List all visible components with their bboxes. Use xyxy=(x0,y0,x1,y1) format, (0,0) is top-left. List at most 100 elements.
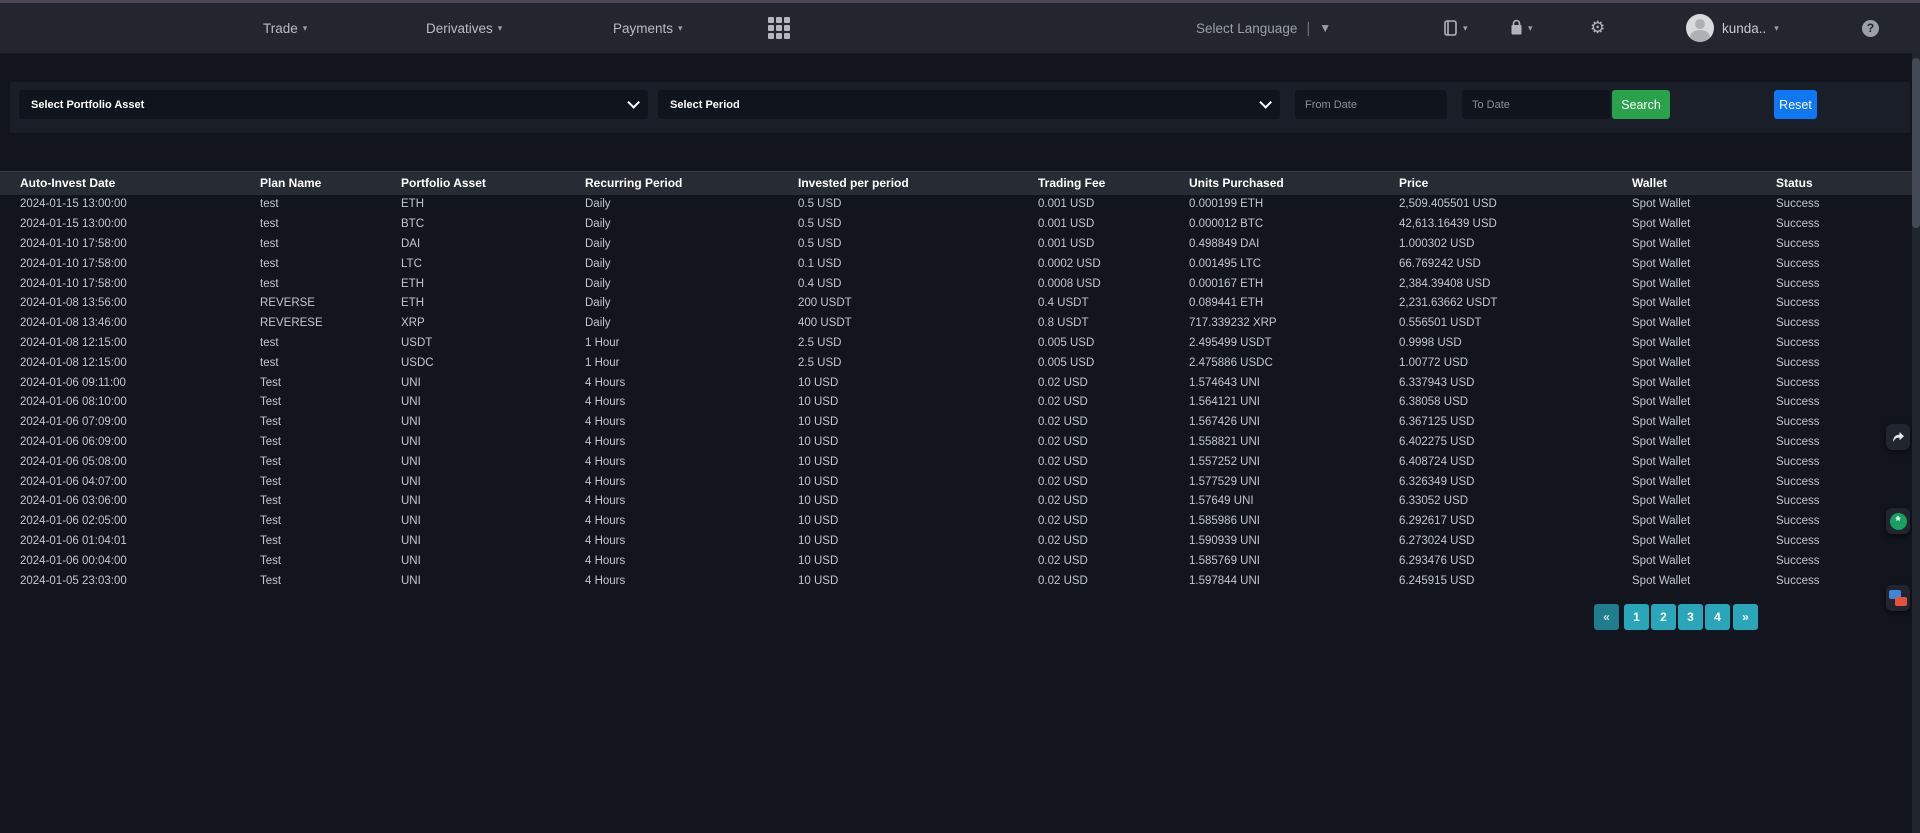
feedback-widget-button[interactable] xyxy=(1886,585,1910,611)
table-cell: Success xyxy=(1776,353,1912,373)
table-cell: Spot Wallet xyxy=(1632,571,1776,591)
table-cell: Test xyxy=(260,412,401,432)
table-cell: Spot Wallet xyxy=(1632,333,1776,353)
table-cell: Success xyxy=(1776,452,1912,472)
search-button[interactable]: Search xyxy=(1612,90,1670,119)
table-cell: Spot Wallet xyxy=(1632,254,1776,274)
table-row: 2024-01-08 13:46:00REVERESEXRPDaily400 U… xyxy=(0,313,1912,333)
table-cell: 4 Hours xyxy=(585,432,798,452)
table-cell: 2.495499 USDT xyxy=(1189,333,1399,353)
table-cell: 0.02 USD xyxy=(1038,412,1189,432)
table-cell: 0.000012 BTC xyxy=(1189,214,1399,234)
orders-book-icon xyxy=(1443,19,1459,37)
user-account-menu[interactable]: kunda.. ▾ xyxy=(1686,3,1779,53)
table-row: 2024-01-08 12:15:00testUSDT1 Hour2.5 USD… xyxy=(0,333,1912,353)
column-header: Status xyxy=(1776,172,1912,195)
column-header: Invested per period xyxy=(798,172,1038,195)
table-cell: REVERSE xyxy=(260,293,401,313)
table-cell: 0.005 USD xyxy=(1038,333,1189,353)
scrollbar-thumb[interactable] xyxy=(1912,58,1920,228)
language-selector-label: Select Language xyxy=(1196,21,1297,36)
page-scrollbar[interactable] xyxy=(1912,53,1920,833)
table-row: 2024-01-10 17:58:00testDAIDaily0.5 USD0.… xyxy=(0,234,1912,254)
table-cell: Test xyxy=(260,432,401,452)
pagination-page-button[interactable]: 4 xyxy=(1705,604,1730,630)
table-cell: DAI xyxy=(401,234,585,254)
from-date-input[interactable] xyxy=(1305,99,1437,111)
pagination-next-button[interactable]: » xyxy=(1733,604,1758,630)
table-cell: BTC xyxy=(401,214,585,234)
nav-menu-payments[interactable]: Payments ▾ xyxy=(613,3,683,53)
pagination-page-button[interactable]: 2 xyxy=(1651,604,1676,630)
table-row: 2024-01-06 02:05:00TestUNI4 Hours10 USD0… xyxy=(0,511,1912,531)
table-cell: 42,613.16439 USD xyxy=(1399,214,1632,234)
table-cell: Success xyxy=(1776,531,1912,551)
table-cell: Success xyxy=(1776,392,1912,412)
table-cell: 1.574643 UNI xyxy=(1189,373,1399,393)
table-body: 2024-01-15 13:00:00testETHDaily0.5 USD0.… xyxy=(0,195,1912,591)
table-cell: Success xyxy=(1776,472,1912,492)
table-cell: Spot Wallet xyxy=(1632,293,1776,313)
column-header: Auto-Invest Date xyxy=(0,172,260,195)
column-header: Recurring Period xyxy=(585,172,798,195)
table-cell: 0.4 USDT xyxy=(1038,293,1189,313)
period-select[interactable]: Select Period xyxy=(658,90,1280,119)
table-cell: Test xyxy=(260,472,401,492)
to-date-input[interactable] xyxy=(1472,99,1600,111)
table-cell: 2,231.63662 USDT xyxy=(1399,293,1632,313)
table-cell: 4 Hours xyxy=(585,412,798,432)
portfolio-asset-select[interactable]: Select Portfolio Asset xyxy=(19,90,648,119)
help-button[interactable]: ? xyxy=(1862,3,1879,53)
language-selector[interactable]: Select Language | ▼ xyxy=(1196,3,1331,53)
table-cell: 0.02 USD xyxy=(1038,551,1189,571)
table-row: 2024-01-06 05:08:00TestUNI4 Hours10 USD0… xyxy=(0,452,1912,472)
table-cell: 6.293476 USD xyxy=(1399,551,1632,571)
table-cell: test xyxy=(260,274,401,294)
table-cell: 2024-01-15 13:00:00 xyxy=(0,214,260,234)
chevron-down-icon: ▾ xyxy=(1463,24,1468,33)
chevron-down-icon: ▾ xyxy=(1528,24,1533,33)
share-arrow-icon xyxy=(1890,429,1906,445)
table-cell: Spot Wallet xyxy=(1632,392,1776,412)
table-cell: 0.8 USDT xyxy=(1038,313,1189,333)
table-cell: 0.000167 ETH xyxy=(1189,274,1399,294)
table-cell: Success xyxy=(1776,373,1912,393)
pagination-page-button[interactable]: 3 xyxy=(1678,604,1703,630)
table-cell: Success xyxy=(1776,254,1912,274)
share-widget-button[interactable] xyxy=(1886,424,1910,450)
pagination-page-button[interactable]: 1 xyxy=(1624,604,1649,630)
nav-menu-trade[interactable]: Trade ▾ xyxy=(263,3,307,53)
table-cell: Success xyxy=(1776,333,1912,353)
table-cell: 1 Hour xyxy=(585,333,798,353)
table-cell: 0.089441 ETH xyxy=(1189,293,1399,313)
table-cell: 0.0008 USD xyxy=(1038,274,1189,294)
table-cell: 2024-01-08 13:46:00 xyxy=(0,313,260,333)
pagination-prev-button[interactable]: « xyxy=(1594,604,1619,630)
table-cell: Daily xyxy=(585,293,798,313)
table-cell: 6.402275 USD xyxy=(1399,432,1632,452)
table-cell: Test xyxy=(260,571,401,591)
table-cell: 1.585986 UNI xyxy=(1189,511,1399,531)
reset-button[interactable]: Reset xyxy=(1774,90,1817,119)
separator: | xyxy=(1306,20,1310,37)
wallet-menu-button[interactable]: ▾ xyxy=(1509,3,1533,53)
nav-menu-derivatives[interactable]: Derivatives ▾ xyxy=(426,3,502,53)
orders-menu-button[interactable]: ▾ xyxy=(1443,3,1468,53)
table-row: 2024-01-06 06:09:00TestUNI4 Hours10 USD0… xyxy=(0,432,1912,452)
table-cell: 400 USDT xyxy=(798,313,1038,333)
settings-button[interactable]: ⚙ xyxy=(1590,3,1605,53)
table-cell: 66.769242 USD xyxy=(1399,254,1632,274)
chat-assistant-widget-button[interactable]: * xyxy=(1886,508,1910,534)
table-cell: Daily xyxy=(585,195,798,215)
table-cell: test xyxy=(260,333,401,353)
table-cell: 1.577529 UNI xyxy=(1189,472,1399,492)
table-cell: 2,384.39408 USD xyxy=(1399,274,1632,294)
table-row: 2024-01-10 17:58:00testLTCDaily0.1 USD0.… xyxy=(0,254,1912,274)
table-cell: Spot Wallet xyxy=(1632,472,1776,492)
apps-grid-icon[interactable] xyxy=(768,17,790,39)
table-cell: Daily xyxy=(585,234,798,254)
nav-payments-label: Payments xyxy=(613,21,673,36)
table-cell: UNI xyxy=(401,511,585,531)
table-cell: ETH xyxy=(401,195,585,215)
table-cell: Success xyxy=(1776,274,1912,294)
